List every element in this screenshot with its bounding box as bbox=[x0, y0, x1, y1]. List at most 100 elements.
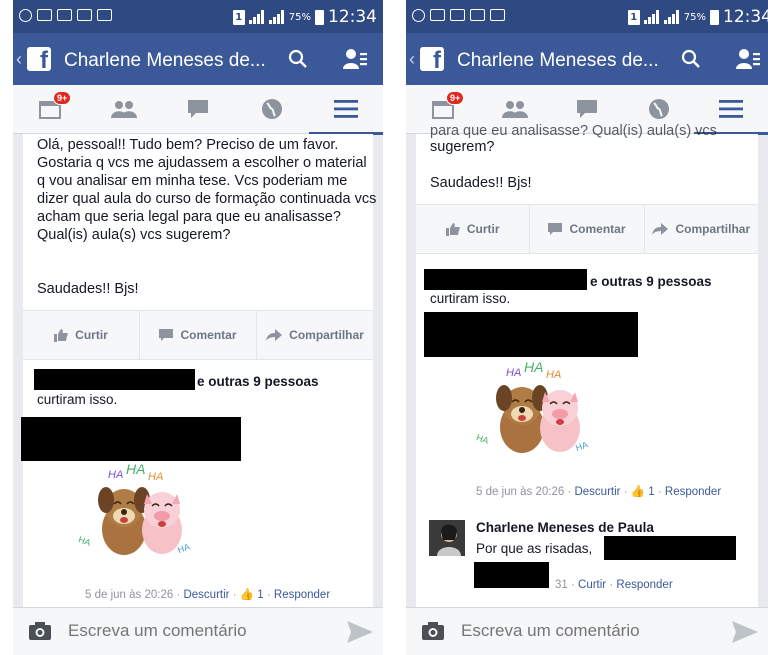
svg-text:HA: HA bbox=[78, 534, 92, 548]
post-body: Olá, pessoal!! Tudo bem? Preciso de um f… bbox=[37, 137, 377, 243]
post-body-partial: sugerem? bbox=[430, 139, 495, 155]
comment-icon bbox=[159, 329, 174, 341]
redacted-name bbox=[34, 369, 195, 390]
facebook-logo-icon[interactable]: f bbox=[27, 47, 51, 71]
comment-like-count[interactable]: 👍 1 bbox=[631, 486, 655, 498]
redacted-name bbox=[424, 269, 587, 290]
people-icon bbox=[502, 101, 528, 118]
sim-icon: 1 bbox=[627, 9, 640, 25]
post-actions: Curtir Comentar Compartilhar bbox=[23, 310, 373, 360]
comment2-like-link[interactable]: Curtir bbox=[578, 579, 606, 591]
comment-author-name[interactable]: Charlene Meneses de Paula bbox=[476, 520, 654, 535]
message-icon bbox=[188, 100, 208, 118]
comment-label: Comentar bbox=[569, 222, 626, 236]
comment-like-count[interactable]: 👍 1 bbox=[240, 589, 264, 601]
comment-button[interactable]: Comentar bbox=[140, 311, 257, 359]
svg-text:HA: HA bbox=[546, 369, 561, 381]
friend-requests-icon[interactable] bbox=[342, 47, 368, 71]
comment-date[interactable]: 5 de jun às 20:26 bbox=[85, 589, 173, 601]
share-button[interactable]: Compartilhar bbox=[645, 205, 758, 253]
menu-icon bbox=[719, 100, 743, 118]
tab-notifications[interactable]: 9+ bbox=[13, 85, 87, 133]
share-label: Compartilhar bbox=[675, 222, 751, 236]
redacted-comment-text bbox=[604, 536, 736, 560]
send-icon[interactable] bbox=[732, 621, 758, 643]
back-chevron-icon[interactable]: ‹ bbox=[16, 49, 22, 70]
comment-icon bbox=[548, 223, 563, 235]
thumbs-up-icon bbox=[54, 328, 68, 342]
tab-messages[interactable] bbox=[161, 85, 235, 133]
back-chevron-icon[interactable]: ‹ bbox=[409, 49, 415, 70]
redacted-comment-text bbox=[474, 562, 549, 588]
share-icon bbox=[266, 329, 283, 341]
clock: 12:34 bbox=[723, 7, 768, 27]
svg-text:HA: HA bbox=[524, 362, 543, 375]
likes-summary[interactable]: e outras 9 pessoas bbox=[590, 274, 712, 289]
signal-icon bbox=[268, 10, 285, 24]
likes-summary-line2: curtiram isso. bbox=[430, 291, 511, 306]
globe-icon bbox=[262, 99, 282, 119]
comment-date[interactable]: 5 de jun às 20:26 bbox=[476, 486, 564, 498]
like-count: 1 bbox=[257, 589, 264, 601]
unlike-link[interactable]: Descurtir bbox=[183, 589, 229, 601]
comment-meta: 5 de jun às 20:26 · Descurtir · 👍 1 · Re… bbox=[85, 589, 331, 601]
tab-friends[interactable] bbox=[87, 85, 161, 133]
likes-summary[interactable]: e outras 9 pessoas bbox=[197, 374, 319, 389]
facebook-logo-icon[interactable]: f bbox=[420, 47, 444, 71]
clock: 12:34 bbox=[328, 7, 377, 27]
likes-summary-line2: curtiram isso. bbox=[37, 392, 118, 407]
friend-requests-icon[interactable] bbox=[735, 47, 761, 71]
comment-label: Comentar bbox=[180, 328, 237, 342]
post-card: para que eu analisasse? Qual(is) aula(s)… bbox=[416, 123, 758, 607]
search-icon[interactable] bbox=[681, 49, 701, 69]
like-button[interactable]: Curtir bbox=[416, 205, 531, 253]
like-label: Curtir bbox=[75, 328, 108, 342]
svg-text:HA: HA bbox=[148, 471, 163, 483]
camera-icon[interactable] bbox=[29, 622, 51, 640]
gallery-icon bbox=[37, 9, 52, 21]
page-title: Charlene Meneses de... bbox=[457, 50, 659, 71]
phone-screen-right: 1 75% 12:34 ‹ f Charlene Meneses de... 9… bbox=[406, 0, 768, 655]
bag-icon bbox=[97, 9, 112, 21]
comment-meta: 5 de jun às 20:26 · Descurtir · 👍 1 · Re… bbox=[476, 486, 722, 498]
bag-icon bbox=[490, 9, 505, 21]
gallery-icon bbox=[430, 9, 445, 21]
post-actions: Curtir Comentar Compartilhar bbox=[416, 204, 758, 254]
title-bar: ‹ f Charlene Meneses de... bbox=[406, 33, 768, 85]
avatar[interactable] bbox=[429, 520, 465, 556]
comment2-time[interactable]: 31 bbox=[555, 579, 568, 591]
title-bar: ‹ f Charlene Meneses de... bbox=[13, 33, 383, 85]
signal-icon bbox=[248, 10, 265, 24]
comment-button[interactable]: Comentar bbox=[530, 205, 645, 253]
search-icon[interactable] bbox=[288, 49, 308, 69]
status-bar: 1 75% 12:34 bbox=[406, 0, 768, 33]
unlike-link[interactable]: Descurtir bbox=[574, 486, 620, 498]
voicemail-icon bbox=[77, 9, 92, 21]
comment2-reply-link[interactable]: Responder bbox=[616, 579, 672, 591]
avatar-photo bbox=[429, 520, 465, 556]
share-button[interactable]: Compartilhar bbox=[257, 311, 373, 359]
thumbs-up-icon bbox=[445, 222, 460, 236]
tab-globe[interactable] bbox=[235, 85, 309, 133]
send-icon[interactable] bbox=[347, 621, 373, 643]
share-label: Compartilhar bbox=[289, 328, 364, 342]
svg-text:HA: HA bbox=[476, 432, 490, 446]
reply-link[interactable]: Responder bbox=[274, 589, 330, 601]
page-title: Charlene Meneses de... bbox=[64, 50, 266, 71]
redacted-comment-author bbox=[424, 312, 638, 357]
redacted-comment-author bbox=[21, 417, 241, 461]
menu-icon bbox=[334, 100, 358, 118]
globe-icon bbox=[649, 99, 669, 119]
comment-input[interactable] bbox=[461, 621, 681, 641]
signal-icon bbox=[663, 10, 680, 24]
like-button[interactable]: Curtir bbox=[23, 311, 140, 359]
camera-icon[interactable] bbox=[422, 622, 444, 640]
tab-menu[interactable] bbox=[309, 85, 383, 135]
people-icon bbox=[111, 101, 137, 118]
voicemail-icon bbox=[57, 9, 72, 21]
comment-input[interactable] bbox=[68, 621, 288, 641]
battery-icon bbox=[315, 9, 324, 25]
notification-badge: 9+ bbox=[53, 91, 72, 105]
battery-icon bbox=[710, 9, 719, 25]
reply-link[interactable]: Responder bbox=[665, 486, 721, 498]
